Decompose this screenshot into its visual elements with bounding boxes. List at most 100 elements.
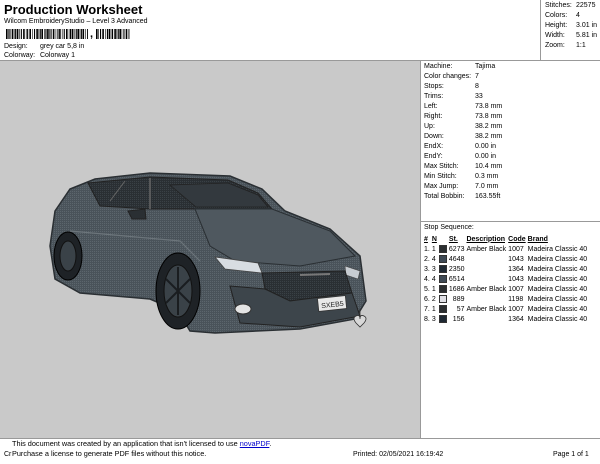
color-swatch <box>438 254 448 264</box>
summary-value: 4 <box>576 12 580 19</box>
printed-timestamp: Printed: 02/05/2021 16:19:42 <box>353 451 444 458</box>
thread-color-swatch <box>438 265 447 273</box>
seq-num: 5. <box>424 285 430 293</box>
seq-num: 7. <box>424 305 430 313</box>
stitch-count: 889 <box>452 295 465 303</box>
thread-color-swatch <box>438 295 447 303</box>
needle-num: 1 <box>431 305 436 313</box>
thread-description: Amber Black <box>466 305 507 313</box>
stat-label: Trims: <box>424 93 444 100</box>
seq-num: 1. <box>424 245 430 253</box>
needle-num: 4 <box>431 275 436 283</box>
thread-brand: Madeira Classic 40 <box>527 295 588 303</box>
col-header <box>438 234 448 244</box>
table-row: 2. 4 4648 1043 Madeira Classic 40 <box>423 254 588 264</box>
stop-sequence-table: # N St. Description Code Brand 1. 1 6273 Am… <box>423 234 588 324</box>
thread-description: Amber Black <box>466 245 507 253</box>
sequence-divider <box>421 221 600 222</box>
needle-num: 3 <box>431 265 436 273</box>
stat-row: Total Bobbin: 163.55ft <box>424 193 500 200</box>
summary-colors: Colors: 4 <box>545 12 580 19</box>
stat-value: 38.2 mm <box>475 123 503 130</box>
needle-num: 4 <box>431 255 436 263</box>
stat-value: Tajima <box>475 63 496 70</box>
table-row: 8. 3 156 1364 Madeira Classic 40 <box>423 314 588 324</box>
stat-value: 73.8 mm <box>475 103 503 110</box>
seq-num: 2. <box>424 255 430 263</box>
summary-stitches: Stitches: 22575 <box>545 2 595 9</box>
thread-code: 1043 <box>508 255 524 263</box>
thread-code: 1007 <box>508 245 524 253</box>
needle-num: 3 <box>431 315 436 323</box>
stitch-count: 6514 <box>448 275 465 283</box>
notice-text: This document was created by an applicat… <box>12 439 240 448</box>
thread-description <box>465 264 507 274</box>
stat-row: Machine: Tajima <box>424 63 495 70</box>
stat-row: Min Stitch: 0.3 mm <box>424 173 498 180</box>
stat-value: 163.55ft <box>475 193 501 200</box>
thread-description <box>465 274 507 284</box>
stat-row: Max Jump: 7.0 mm <box>424 183 498 190</box>
stat-label: Left: <box>424 103 438 110</box>
stat-value: 10.4 mm <box>475 163 503 170</box>
table-row: 6. 2 889 1198 Madeira Classic 40 <box>423 294 588 304</box>
summary-width: Width: 5.81 in <box>545 32 597 39</box>
stitch-count: 2350 <box>448 265 465 273</box>
needle-num: 1 <box>431 245 436 253</box>
col-header: St. <box>448 235 458 243</box>
color-swatch <box>438 304 448 314</box>
notice-text: . <box>269 439 272 448</box>
seq-num: 8. <box>424 315 430 323</box>
table-row: 1. 1 6273 Amber Black 1007 Madeira Classic 40 <box>423 244 588 254</box>
thread-code: 1364 <box>508 265 524 273</box>
thread-color-swatch <box>438 275 447 283</box>
colorway-row: Colorway: Colorway 1 <box>4 52 75 59</box>
stat-row: EndY: 0.00 in <box>424 153 496 160</box>
needle-num: 1 <box>431 285 436 293</box>
stat-row: Right: 73.8 mm <box>424 113 502 120</box>
seq-num: 3. <box>424 265 430 273</box>
thread-brand: Madeira Classic 40 <box>527 285 588 293</box>
color-swatch <box>438 294 448 304</box>
color-swatch <box>438 274 448 284</box>
novapdf-link[interactable]: novaPDF <box>240 439 270 448</box>
thread-color-swatch <box>438 305 447 313</box>
notice-line-1: This document was created by an applicat… <box>12 439 292 449</box>
worksheet-title: Production Worksheet <box>4 2 143 17</box>
thread-brand: Madeira Classic 40 <box>527 305 588 313</box>
seq-num: 6. <box>424 295 430 303</box>
stat-row: Max Stitch: 10.4 mm <box>424 163 502 170</box>
design-name-row: Design: grey car 5,8 in <box>4 43 84 50</box>
stat-label: Machine: <box>424 63 453 70</box>
color-swatch <box>438 314 448 324</box>
stat-value: 73.8 mm <box>475 113 503 120</box>
stitch-count: 1686 <box>448 285 465 293</box>
page-number: Page 1 of 1 <box>553 451 589 458</box>
stitch-count: 156 <box>452 315 465 323</box>
stat-row: Up: 38.2 mm <box>424 123 502 130</box>
summary-label: Zoom: <box>545 42 565 49</box>
stat-value: 33 <box>475 93 483 100</box>
design-value: grey car 5,8 in <box>39 43 85 50</box>
stat-row: Color changes: 7 <box>424 73 479 80</box>
thread-brand: Madeira Classic 40 <box>527 245 588 253</box>
color-swatch <box>438 244 448 254</box>
summary-label: Height: <box>545 22 568 29</box>
software-name: Wilcom EmbroideryStudio – Level 3 Advanc… <box>4 18 148 25</box>
stat-label: Right: <box>424 113 443 120</box>
summary-value: 3.01 in <box>576 22 598 29</box>
stat-label: Color changes: <box>424 73 472 80</box>
license-notice: This document was created by an applicat… <box>12 439 292 461</box>
summary-value: 5.81 in <box>576 32 598 39</box>
barcode-secondary <box>96 29 130 39</box>
summary-zoom: Zoom: 1:1 <box>545 42 586 49</box>
col-header: Brand <box>527 235 548 243</box>
stat-label: Max Stitch: <box>424 163 459 170</box>
stat-label: Max Jump: <box>424 183 459 190</box>
colorway-value: Colorway 1 <box>39 52 75 59</box>
table-row: 4. 4 6514 1043 Madeira Classic 40 <box>423 274 588 284</box>
summary-value: 22575 <box>576 2 596 9</box>
stat-value: 7 <box>475 73 479 80</box>
thread-color-swatch <box>438 245 447 253</box>
car-embroidery-image: SXEB5 <box>49 172 367 334</box>
